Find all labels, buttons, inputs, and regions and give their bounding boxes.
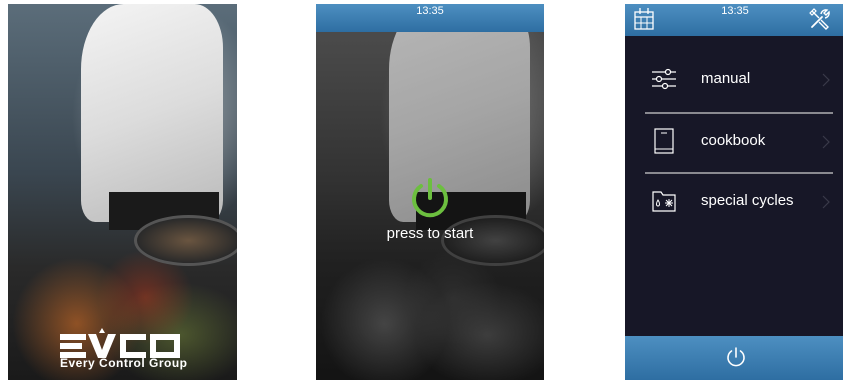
divider [645,112,833,114]
chef-background-image [8,4,237,380]
status-bar: 13:35 [316,4,544,32]
chevron-right-icon [822,73,830,87]
power-icon[interactable] [725,346,747,368]
chevron-right-icon [822,195,830,209]
tools-icon[interactable] [809,8,831,30]
menu-item-label: manual [701,70,751,87]
brand-tagline: Every Control Group [60,356,188,370]
chevron-right-icon [822,135,830,149]
splash-screen: Every Control Group [8,4,237,380]
menu-item-label: cookbook [701,132,766,149]
menu-item-label: special cycles [701,192,794,209]
power-icon[interactable] [408,176,452,220]
book-icon [654,128,674,154]
header-bar: 13:35 [625,4,843,36]
menu-item-special-cycles[interactable]: special cycles [625,176,843,234]
start-screen: 13:35 press to start [316,4,544,380]
menu-item-manual[interactable]: manual [625,54,843,112]
footer-bar [625,336,843,380]
folder-special-icon [652,191,676,212]
press-to-start-label[interactable]: press to start [316,225,544,242]
menu-item-cookbook[interactable]: cookbook [625,116,843,174]
divider [645,172,833,174]
clock: 13:35 [416,5,444,17]
sliders-icon [652,68,676,90]
menu-screen: 13:35 manual cookbook special cycles [625,4,843,380]
